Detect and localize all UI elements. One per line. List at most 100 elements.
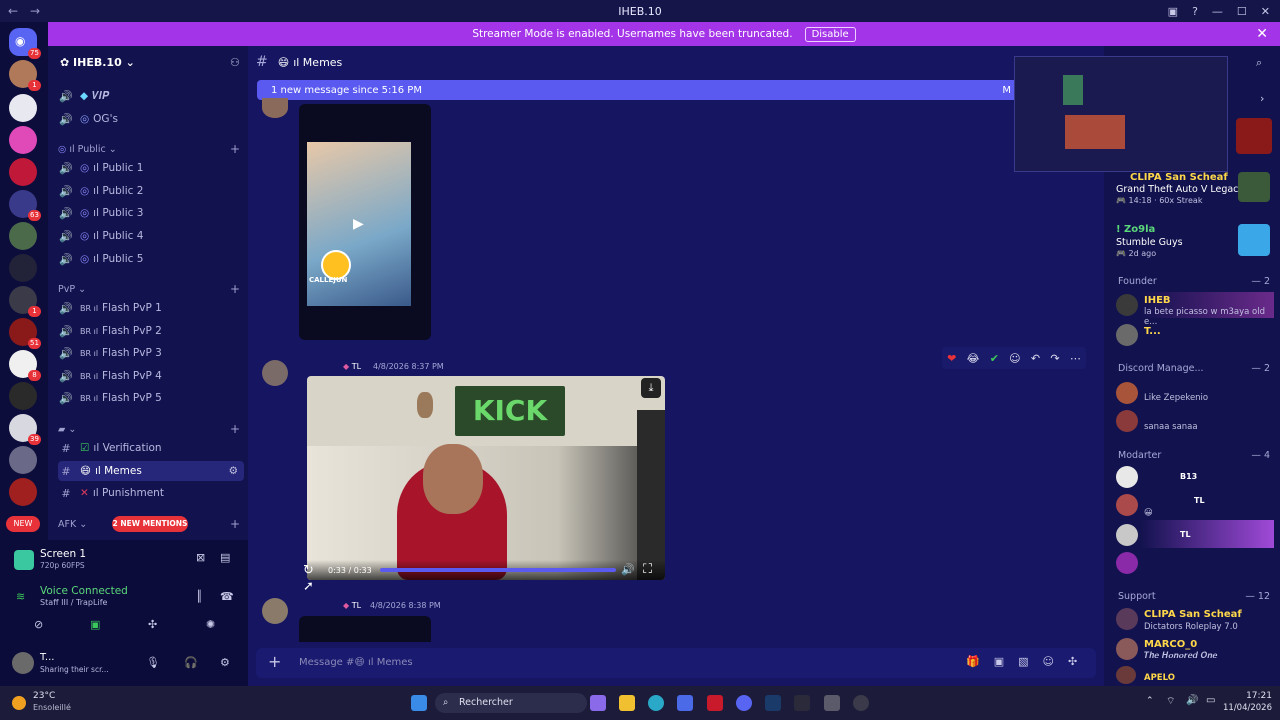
server-icon[interactable] bbox=[9, 254, 37, 282]
add-channel-icon[interactable]: + bbox=[230, 517, 240, 531]
add-member-icon[interactable]: ⚇ bbox=[230, 56, 240, 69]
channel-vip[interactable]: 🔊 ◆ 𝑽𝑰𝑷 bbox=[58, 86, 244, 106]
server-icon[interactable] bbox=[9, 222, 37, 250]
avatar[interactable] bbox=[1116, 410, 1138, 432]
server-icon[interactable] bbox=[9, 446, 37, 474]
server-icon[interactable]: 1 bbox=[9, 286, 41, 317]
add-reaction-icon[interactable]: ☺ bbox=[1009, 352, 1020, 365]
edge-icon[interactable] bbox=[648, 695, 664, 711]
member-name[interactable]: T... bbox=[1144, 326, 1161, 337]
category-public[interactable]: ◎ ıl Public ⌄ bbox=[58, 144, 117, 155]
laugh-reaction-icon[interactable]: 😂 bbox=[967, 352, 980, 365]
avatar[interactable] bbox=[12, 652, 34, 674]
add-channel-icon[interactable]: + bbox=[230, 422, 240, 436]
disconnect-icon[interactable]: ☎ bbox=[220, 590, 234, 603]
inbox-icon[interactable]: ▣ bbox=[1168, 5, 1178, 18]
new-message-bar[interactable]: 1 new message since 5:16 PM M bbox=[257, 80, 1015, 100]
server-icon[interactable] bbox=[9, 126, 37, 154]
member-group-header[interactable]: Modarter — 4 bbox=[1118, 450, 1270, 461]
temperature[interactable]: 23°C bbox=[33, 691, 55, 701]
chevron-right-icon[interactable]: › bbox=[1260, 92, 1264, 105]
home-button[interactable]: ◉ 75 bbox=[9, 28, 41, 59]
emoji-picker-icon[interactable]: ☺ bbox=[1043, 655, 1054, 668]
minimize-icon[interactable]: — bbox=[1212, 5, 1223, 18]
video-attachment[interactable] bbox=[299, 616, 431, 642]
more-icon[interactable]: ⋯ bbox=[1070, 352, 1081, 365]
category-pvp[interactable]: PvP ⌄ bbox=[58, 284, 86, 295]
volume-icon[interactable]: 🔊 bbox=[1186, 695, 1198, 706]
channel-public-5[interactable]: 🔊 ◎ ıl Public 5 bbox=[58, 249, 244, 269]
channel-punishment[interactable]: # ✕ ıl Punishment bbox=[58, 483, 244, 503]
avatar[interactable] bbox=[1116, 466, 1138, 488]
server-icon[interactable]: 1 bbox=[9, 60, 41, 91]
channel-public-3[interactable]: 🔊 ◎ ıl Public 3 bbox=[58, 203, 244, 223]
close-icon[interactable]: ✕ bbox=[1256, 26, 1268, 42]
disable-button[interactable]: Disable bbox=[804, 26, 856, 42]
store-icon[interactable] bbox=[677, 695, 693, 711]
server-icon[interactable] bbox=[9, 94, 37, 122]
server-icon[interactable]: 39 bbox=[9, 414, 41, 445]
battery-icon[interactable]: ▭ bbox=[1206, 695, 1215, 706]
channel-public-4[interactable]: 🔊 ◎ ıl Public 4 bbox=[58, 226, 244, 246]
app-icon[interactable] bbox=[794, 695, 810, 711]
maximize-icon[interactable]: ☐ bbox=[1237, 5, 1247, 18]
popout-icon[interactable]: ▤ bbox=[220, 551, 230, 564]
copilot-icon[interactable] bbox=[590, 695, 606, 711]
add-channel-icon[interactable]: + bbox=[230, 142, 240, 156]
add-channel-icon[interactable]: + bbox=[230, 282, 240, 296]
avatar[interactable] bbox=[1116, 494, 1138, 516]
channel-public-2[interactable]: 🔊 ◎ ıl Public 2 bbox=[58, 181, 244, 201]
channel-ogs[interactable]: 🔊 ◎ OG's bbox=[58, 109, 244, 129]
server-icon[interactable]: 63 bbox=[9, 190, 41, 221]
new-mentions-pill[interactable]: 2 NEW MENTIONS bbox=[112, 516, 188, 532]
add-attachment-icon[interactable]: + bbox=[268, 652, 281, 671]
video-attachment[interactable]: CALLEJUN ▶ bbox=[299, 104, 431, 340]
taskbar-search[interactable]: ⌕ Rechercher bbox=[435, 693, 587, 713]
acrobat-icon[interactable] bbox=[707, 695, 723, 711]
avatar[interactable] bbox=[262, 598, 288, 624]
video-progress-bar[interactable] bbox=[380, 568, 616, 572]
gif-icon[interactable]: ▣ bbox=[994, 655, 1004, 668]
channel-pvp-5[interactable]: 🔊 BR ıl Flash PvP 5 bbox=[58, 388, 244, 408]
check-reaction-icon[interactable]: ✔ bbox=[990, 352, 999, 365]
server-name-header[interactable]: ✿ IHEB.10 ⌄ bbox=[60, 56, 135, 69]
noise-suppression-icon[interactable]: ║ bbox=[196, 590, 203, 603]
activity-user-name[interactable]: ! Zo9la bbox=[1116, 224, 1155, 235]
channel-pvp-4[interactable]: 🔊 BR ıl Flash PvP 4 bbox=[58, 366, 244, 386]
sticker-icon[interactable]: ▧ bbox=[1018, 655, 1028, 668]
discord-taskbar-icon[interactable] bbox=[736, 695, 752, 711]
server-icon[interactable]: 51 bbox=[9, 318, 41, 349]
avatar[interactable] bbox=[262, 360, 288, 386]
video-player[interactable]: KICK ⤓ bbox=[307, 376, 665, 580]
channel-memes[interactable]: # 😄 ıl Memes ⚙ bbox=[58, 461, 244, 481]
steam-icon[interactable] bbox=[765, 695, 781, 711]
windows-start-icon[interactable] bbox=[411, 695, 427, 711]
help-icon[interactable]: ? bbox=[1192, 5, 1198, 18]
member-name[interactable]: IHEB bbox=[1144, 295, 1171, 306]
play-icon[interactable]: ▶ bbox=[353, 216, 364, 232]
activities-icon[interactable]: ✣ bbox=[148, 618, 157, 631]
avatar[interactable] bbox=[1116, 524, 1138, 546]
search-icon[interactable]: ⌕ bbox=[1256, 56, 1262, 70]
close-icon[interactable]: ✕ bbox=[1261, 5, 1270, 18]
avatar[interactable] bbox=[1116, 324, 1138, 346]
gift-icon[interactable]: 🎁 bbox=[966, 655, 980, 668]
clock-time[interactable]: 17:21 bbox=[1226, 691, 1272, 701]
avatar[interactable] bbox=[1116, 638, 1138, 660]
wifi-icon[interactable]: ⌔ bbox=[1166, 695, 1175, 708]
avatar[interactable] bbox=[1116, 666, 1136, 684]
settings-icon[interactable]: ⚙ bbox=[229, 465, 238, 477]
fullscreen-icon[interactable]: ⛶ bbox=[643, 562, 652, 577]
forward-icon[interactable]: ↷ bbox=[1050, 352, 1059, 365]
apps-icon[interactable]: ✣ bbox=[1068, 655, 1077, 668]
replay-icon[interactable]: ↻ bbox=[303, 563, 314, 578]
server-icon[interactable] bbox=[9, 478, 37, 506]
volume-icon[interactable]: 🔊 bbox=[621, 563, 635, 576]
screen-share-button-icon[interactable]: ▣ bbox=[90, 618, 100, 631]
mark-read[interactable]: M bbox=[1002, 85, 1011, 96]
category-afk[interactable]: AFK ⌄ bbox=[58, 519, 87, 530]
channel-verification[interactable]: # ☑ ıl Verification bbox=[58, 438, 244, 458]
message-input[interactable]: Message #😄 ıl Memes bbox=[299, 657, 413, 668]
member-group-header[interactable]: Discord Manage... — 2 bbox=[1118, 363, 1270, 374]
channel-pvp-2[interactable]: 🔊 BR ıl Flash PvP 2 bbox=[58, 321, 244, 341]
